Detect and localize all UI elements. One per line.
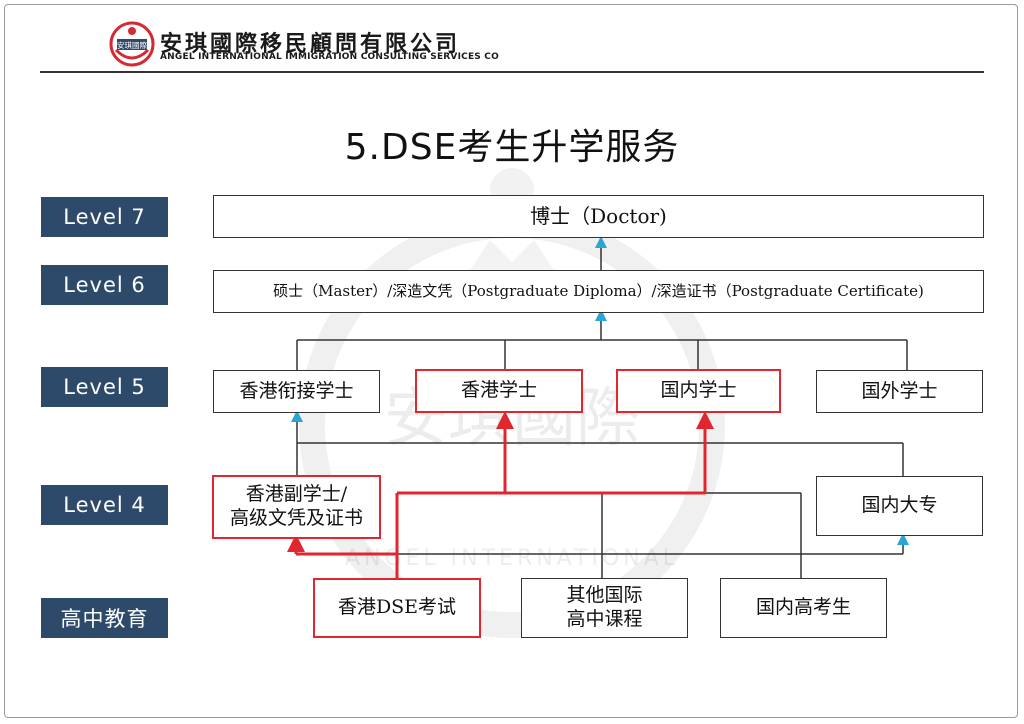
node-cn-bachelor: 国内学士 [616,369,781,413]
node-master: 硕士（Master）/深造文凭（Postgraduate Diploma）/深造… [213,270,984,313]
node-other-intl-curriculum: 其他国际 高中课程 [521,578,688,638]
node-hk-associate: 香港副学士/ 高级文凭及证书 [212,475,381,539]
node-hk-associate-line2: 高级文凭及证书 [229,507,363,529]
node-gaokao: 国内高考生 [720,578,887,638]
node-cn-college: 国内大专 [816,476,983,536]
node-other-intl-line2: 高中课程 [566,608,643,630]
node-hk-topup-bachelor: 香港衔接学士 [213,370,380,413]
node-overseas-bachelor: 国外学士 [816,370,983,413]
node-hk-associate-line1: 香港副学士/ [245,483,348,506]
node-hk-bachelor: 香港学士 [415,369,583,413]
node-other-intl-line1: 其他国际 [566,584,643,607]
node-doctor: 博士（Doctor) [213,195,984,238]
node-hk-dse: 香港DSE考试 [313,578,481,638]
